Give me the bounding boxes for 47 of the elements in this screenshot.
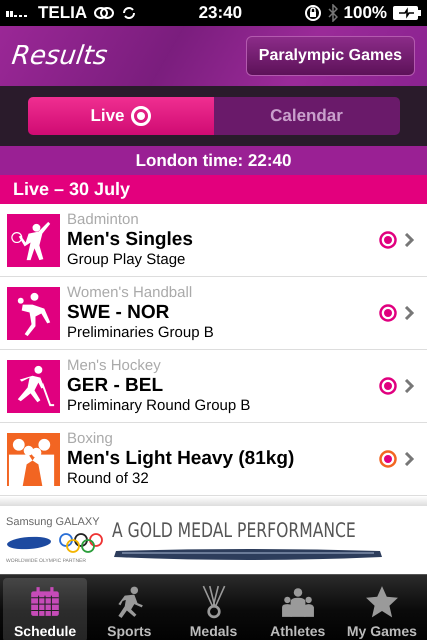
segment-tab[interactable]: Live <box>28 97 214 135</box>
star-icon <box>364 585 399 619</box>
tab-bar-item[interactable]: Schedule <box>3 578 88 640</box>
event-title: Men's Light Heavy (81kg) <box>67 448 296 470</box>
tab-bar-item[interactable]: Athletes <box>256 578 340 640</box>
ad-headline: A GOLD MEDAL PERFORMANCE <box>112 518 356 542</box>
event-stage: Group Play Stage <box>67 251 186 269</box>
battery-icon <box>393 6 422 20</box>
sport-name: Men's Hockey <box>67 357 162 375</box>
event-title: GER - BEL <box>67 375 164 397</box>
carrier-name: TELIA <box>38 3 88 23</box>
rings-icon <box>58 532 104 554</box>
section-header: Live – 30 July <box>0 175 427 204</box>
event-title: Men's Singles <box>67 229 194 251</box>
chevron-icon <box>404 452 414 466</box>
ad-brand: Samsung GALAXY <box>6 516 101 528</box>
sport-name: Boxing <box>67 430 114 448</box>
athlete-icon <box>7 432 60 486</box>
paralympic-games-button[interactable]: Paralympic Games <box>246 36 415 76</box>
battery-percent: 100% <box>344 3 388 23</box>
event-stage: Preliminaries Group B <box>67 324 215 342</box>
chevron-icon <box>404 233 414 247</box>
sport-name: Badminton <box>67 211 140 229</box>
oval-logo-icon <box>6 536 52 550</box>
london-time-bar: London time: 22:40 <box>0 146 427 175</box>
athlete-icon <box>7 214 60 266</box>
sync-icon <box>121 5 138 21</box>
event-stage: Preliminary Round Group B <box>67 397 252 415</box>
clock-time: 23:40 <box>198 3 242 23</box>
live-icon <box>130 106 151 126</box>
link-icon <box>93 5 116 21</box>
event-stage: Round of 32 <box>67 470 150 488</box>
rotation-lock-icon <box>304 4 322 22</box>
phone-icon <box>112 548 384 562</box>
chevron-icon <box>404 379 414 393</box>
athlete-icon <box>7 286 60 340</box>
bluetooth-icon <box>328 4 338 22</box>
tab-bar-item[interactable]: Medals <box>171 578 256 640</box>
chevron-icon <box>404 306 414 320</box>
athlete-icon <box>7 360 60 412</box>
sport-name: Women's Handball <box>67 284 194 302</box>
tab-bar-item[interactable]: Sports <box>87 578 172 640</box>
tab-bar-item[interactable]: My Games <box>340 578 424 640</box>
screen-title: Results <box>10 41 110 71</box>
event-title: SWE - NOR <box>67 302 170 324</box>
people-icon <box>280 585 315 619</box>
segment-tab[interactable]: Calendar <box>214 97 400 135</box>
